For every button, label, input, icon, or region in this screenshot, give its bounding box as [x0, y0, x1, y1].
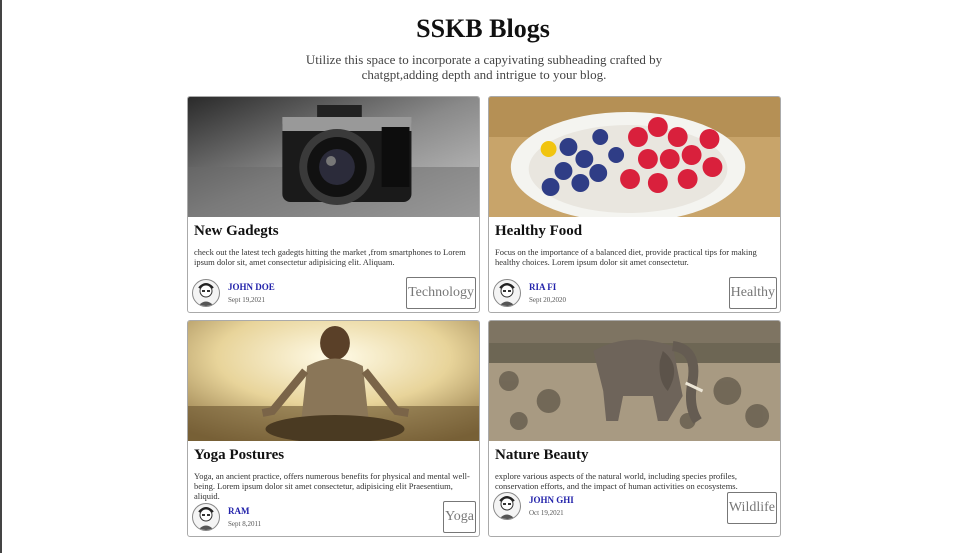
yoga-photo: [188, 321, 479, 441]
avatar: [493, 279, 521, 307]
card-title: Healthy Food: [495, 223, 583, 239]
page-title: SSKB Blogs: [416, 14, 550, 43]
author-block: RAM Sept 8,2011: [192, 503, 261, 531]
blog-grid: New Gadegts check out the latest tech ga…: [187, 96, 781, 537]
author-name[interactable]: RAM: [228, 506, 261, 516]
card-description: Focus on the importance of a balanced di…: [495, 247, 757, 267]
avatar: [493, 492, 521, 520]
author-block: JOHN DOE Sept 19,2021: [192, 279, 275, 307]
card-title: Yoga Postures: [194, 447, 285, 463]
page-subtitle: Utilize this space to incorporate a capy…: [305, 52, 663, 82]
blog-card[interactable]: Healthy Food Focus on the importance of …: [488, 96, 781, 313]
category-tag[interactable]: Healthy: [728, 277, 777, 309]
author-name[interactable]: RIA FI: [529, 282, 566, 292]
author-block: JOHN GHI Oct 19,2021: [493, 492, 574, 520]
blog-card[interactable]: Yoga Postures Yoga, an ancient practice,…: [187, 320, 480, 537]
avatar: [192, 279, 220, 307]
post-date: Oct 19,2021: [529, 509, 564, 517]
blog-card[interactable]: New Gadegts check out the latest tech ga…: [187, 96, 480, 313]
category-tag[interactable]: Technology: [406, 277, 476, 309]
berries-photo: [489, 97, 780, 217]
category-tag[interactable]: Yoga: [443, 501, 476, 533]
avatar: [192, 503, 220, 531]
card-description: check out the latest tech gadegts hittin…: [194, 247, 466, 267]
elephant-photo: [489, 321, 780, 441]
category-tag[interactable]: Wildlife: [726, 492, 777, 524]
card-description: Yoga, an ancient practice, offers numero…: [194, 471, 470, 501]
card-title: New Gadegts: [194, 223, 279, 239]
post-date: Sept 8,2011: [228, 520, 262, 528]
post-date: Sept 19,2021: [228, 296, 265, 304]
card-description: explore various aspects of the natural w…: [495, 471, 738, 491]
post-date: Sept 20,2020: [529, 296, 566, 304]
author-name[interactable]: JOHN DOE: [228, 282, 275, 292]
author-block: RIA FI Sept 20,2020: [493, 279, 566, 307]
camera-photo: [188, 97, 479, 217]
author-name[interactable]: JOHN GHI: [529, 495, 574, 505]
blog-card[interactable]: Nature Beauty explore various aspects of…: [488, 320, 781, 537]
card-title: Nature Beauty: [495, 447, 589, 463]
